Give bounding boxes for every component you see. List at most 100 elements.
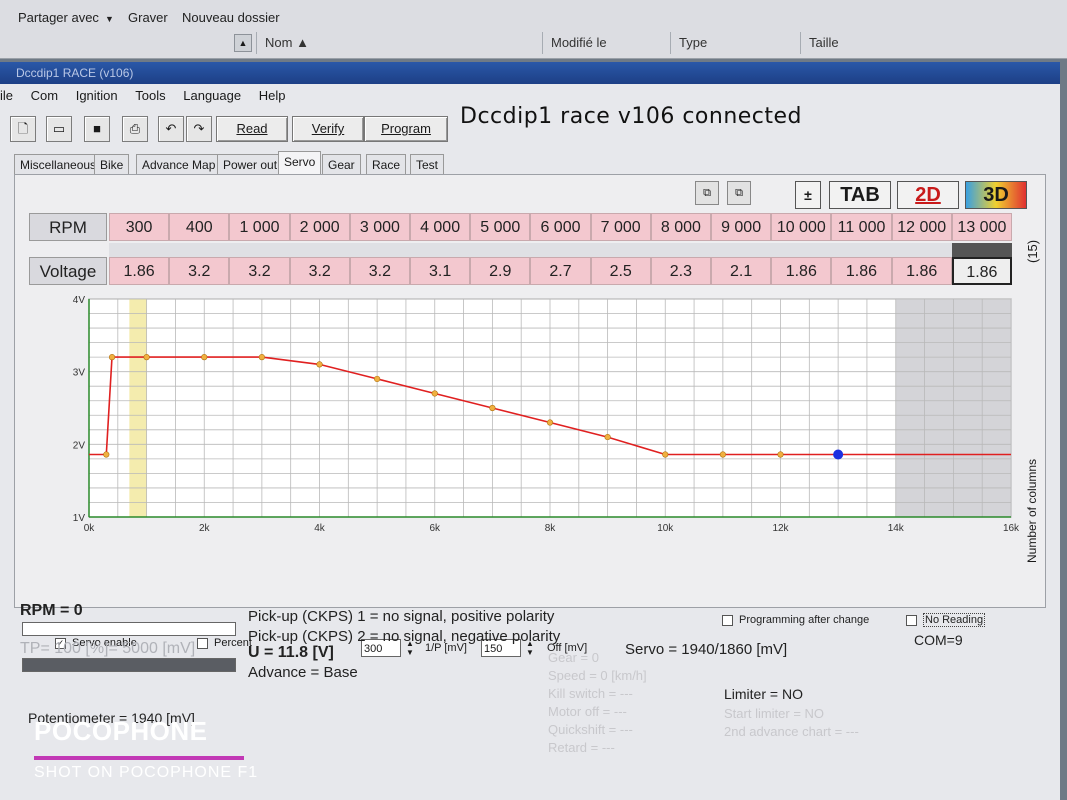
rpm-cell[interactable]: 9 000 [711,213,772,241]
tp-bar [22,658,236,672]
row-separator [711,243,772,257]
menu-com[interactable]: Com [31,88,58,103]
servo-chart: 0k 2k 4k 6k 8k 10k 12k 14k 16k 1V 2V 3V 4V [49,293,1039,563]
row-separator [470,243,531,257]
x-tick-label: 16k [1003,523,1020,534]
row-separator [771,243,832,257]
menu-file[interactable]: ile [0,88,13,103]
verify-button[interactable]: Verify [292,116,364,142]
limiter-status: Limiter = NO [724,686,803,702]
tab-gear[interactable]: Gear [322,154,361,174]
y-tick-label: 2V [73,440,86,451]
highlight-band [129,299,147,517]
servo-chart-svg: 0k 2k 4k 6k 8k 10k 12k 14k 16k 1V 2V 3V 4V [73,295,1020,534]
voltage-status: U = 11.8 [V] [248,644,334,661]
save-icon[interactable]: ■ [84,116,110,142]
tab-race[interactable]: Race [366,154,407,174]
voltage-cell[interactable]: 2.9 [470,257,531,285]
tab-advance-map[interactable]: Advance Map [136,154,222,174]
voltage-cell[interactable]: 2.3 [650,257,711,285]
share-menu[interactable]: Partager avec ▼ [18,10,114,25]
program-button[interactable]: Program [364,116,448,142]
menu-language[interactable]: Language [183,88,241,103]
rpm-cell[interactable]: 300 [109,213,170,241]
voltage-cell[interactable]: 3.2 [169,257,230,285]
voltage-cell[interactable]: 3.2 [289,257,350,285]
voltage-cell[interactable]: 3.2 [349,257,410,285]
tab-power-out[interactable]: Power out [217,154,284,174]
scroll-up-icon[interactable]: ▲ [234,34,252,52]
print-icon[interactable]: ⎙ [122,116,148,142]
rpm-cell[interactable]: 13 000 [951,213,1012,241]
undo-icon[interactable]: ↶ [158,116,184,142]
rpm-cell[interactable]: 400 [169,213,230,241]
rpm-cell[interactable]: 8 000 [650,213,711,241]
voltage-cell[interactable]: 1.86 [831,257,892,285]
open-folder-icon[interactable]: ▭ [46,116,72,142]
voltage-cell[interactable]: 1.86 [951,257,1012,285]
tab-miscellaneous[interactable]: Miscellaneous [14,154,103,174]
rpm-cell[interactable]: 12 000 [891,213,952,241]
column-name[interactable]: Nom ▲ [256,32,549,54]
rpm-cell[interactable]: 1 000 [229,213,290,241]
no-reading-checkbox[interactable]: No Reading [906,613,986,627]
voltage-cell[interactable]: 2.7 [530,257,591,285]
y-tick-label: 4V [73,295,86,306]
x-tick-label: 12k [772,523,789,534]
rpm-cell[interactable]: 5 000 [470,213,531,241]
new-file-icon[interactable]: 🗋 [10,116,36,142]
tab-view-button[interactable]: TAB [829,181,891,209]
tab-test[interactable]: Test [410,154,445,174]
data-point [103,451,110,458]
voltage-cell[interactable]: 2.5 [590,257,651,285]
column-modified[interactable]: Modifié le [542,32,677,54]
row-separator [590,243,651,257]
rpm-cell[interactable]: 6 000 [530,213,591,241]
rpm-cell[interactable]: 7 000 [590,213,651,241]
burn-button[interactable]: Graver [128,10,168,25]
start-limiter-status: Start limiter = NO [724,706,825,721]
copy-icon[interactable]: ⧉ [695,181,719,205]
voltage-cell[interactable]: 1.86 [891,257,952,285]
read-button[interactable]: Read [216,116,288,142]
redo-icon[interactable]: ↷ [186,116,212,142]
row-separator [951,243,1012,257]
retard-status: Retard = --- [548,740,615,755]
rpm-cell[interactable]: 2 000 [289,213,350,241]
checkbox-icon [722,614,733,626]
servo-panel: ⧉ ⧉ ± TAB 2D 3D RPM Voltage 300 400 1 000 2… [14,174,1046,658]
2d-view-button[interactable]: 2D [897,181,959,209]
tab-bike[interactable]: Bike [94,154,130,174]
data-point [201,354,208,361]
pickup2-status: Pick-up (CKPS) 2 = no signal, negative p… [248,628,561,645]
row-separator [169,243,230,257]
voltage-cell[interactable]: 1.86 [771,257,832,285]
column-type[interactable]: Type [670,32,807,54]
3d-view-button[interactable]: 3D [965,181,1027,209]
rpm-cell[interactable]: 3 000 [349,213,410,241]
servo-readout: Servo = 1940/1860 [mV] [625,641,788,658]
rpm-cell[interactable]: 4 000 [410,213,471,241]
menu-ignition[interactable]: Ignition [76,88,118,103]
paste-icon[interactable]: ⧉ [727,181,751,205]
row-separator [289,243,350,257]
rpm-cell[interactable]: 10 000 [771,213,832,241]
selected-point [833,449,844,460]
tp-readout: TP= 100 [%]= 5000 [mV] [20,640,196,657]
rpm-cell[interactable]: 11 000 [831,213,892,241]
voltage-cell[interactable]: 2.1 [711,257,772,285]
row-separator [109,243,170,257]
data-point [431,390,438,397]
percent-checkbox[interactable]: Percent [197,637,252,649]
column-size[interactable]: Taille [800,32,893,54]
menu-help[interactable]: Help [259,88,286,103]
new-folder-button[interactable]: Nouveau dossier [182,10,280,25]
voltage-cell[interactable]: 3.1 [410,257,471,285]
voltage-cell[interactable]: 1.86 [109,257,170,285]
voltage-cell[interactable]: 3.2 [229,257,290,285]
prog-after-change-label: Programming after change [739,614,870,626]
tab-servo[interactable]: Servo [278,151,322,174]
prog-after-change-checkbox[interactable]: Programming after change [722,614,869,626]
table-adjust-icon[interactable]: ± [795,181,821,209]
menu-tools[interactable]: Tools [135,88,165,103]
